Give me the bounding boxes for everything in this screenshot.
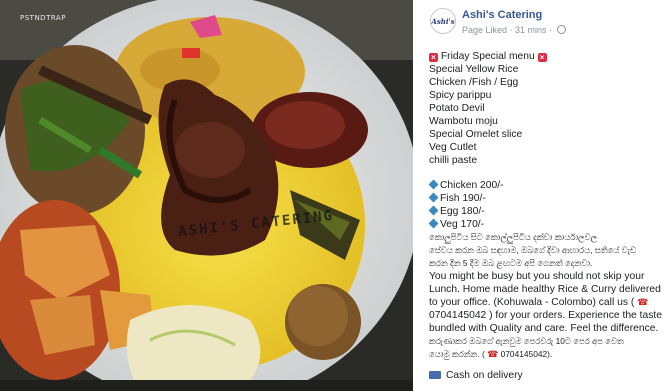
post-title: Friday Special menu <box>440 51 535 62</box>
delivery-truck-icon <box>429 371 441 379</box>
price-label: Chicken 200/- <box>440 180 504 191</box>
sinhala-text: සේවය කරන ඔබ සඳහාම, ඔබගේ දිවා ආහාරය, සතිය… <box>429 245 637 255</box>
cash-on-delivery-text: Cash on delivery <box>446 370 523 381</box>
english-text: Lunch. Home made healthy Rice & Curry de… <box>429 284 661 295</box>
post-meta-text: Page Liked · 31 mins · <box>462 25 553 35</box>
page-name-link[interactable]: Ashi's Catering <box>462 9 542 21</box>
menu-item: Special Yellow Rice <box>429 64 519 75</box>
menu-item: Special Omelet slice <box>429 129 523 140</box>
blue-diamond-icon <box>428 205 439 216</box>
menu-item: Wambotu moju <box>429 116 498 127</box>
blue-diamond-icon <box>428 192 439 203</box>
sinhala-text: කොලුපිටිය සිට කොල්ලුපිටිය දක්වා කාර්යාලව… <box>429 232 597 242</box>
food-photo[interactable]: PSTNDTRAP ASHI'S CATERING <box>0 0 413 391</box>
price-label: Veg 170/- <box>440 219 485 230</box>
cross-mark-icon: × <box>537 53 547 62</box>
english-text: You might be busy but you should not ski… <box>429 271 645 282</box>
price-label: Egg 180/- <box>440 206 485 217</box>
menu-item: Potato Devil <box>429 103 485 114</box>
english-text-part: to your office. (Kohuwala - Colombo) cal… <box>429 297 635 308</box>
price-label: Fish 190/- <box>440 193 486 204</box>
price-item: Fish 190/- <box>428 192 661 205</box>
blue-diamond-icon <box>428 179 439 190</box>
sinhala-text: කරුණාකර ඔබගේ ඇනවුම පෙරවරු 10ට පෙර අප වෙත <box>429 336 624 346</box>
menu-item: chilli paste <box>429 155 478 166</box>
post-title-line: × Friday Special menu × <box>429 50 661 63</box>
menu-item: Veg Cutlet <box>429 142 477 153</box>
post-panel: Ashi's Ashi's Catering Page Liked · 31 m… <box>413 0 666 391</box>
english-text: 0704145042 ) for your orders. Experience… <box>429 310 662 321</box>
sinhala-text-part: යොමු කරන්න. ( <box>429 349 485 359</box>
blue-diamond-icon <box>428 218 439 229</box>
menu-item: Spicy parippu <box>429 90 492 101</box>
price-item: Veg 170/- <box>428 218 661 231</box>
english-text: to your office. (Kohuwala - Colombo) cal… <box>429 296 661 309</box>
sinhala-text-part: 0704145042). <box>500 349 553 359</box>
telephone-icon: ☎ <box>487 349 499 359</box>
watermark-top-text: PSTNDTRAP <box>20 14 66 22</box>
post-header: Ashi's Ashi's Catering Page Liked · 31 m… <box>413 0 666 40</box>
page-avatar[interactable]: Ashi's <box>430 8 456 34</box>
english-text: bundled with Quality and care. Feel the … <box>429 323 659 334</box>
avatar-logo-text: Ashi's <box>431 17 455 26</box>
cross-mark-icon: × <box>429 53 438 62</box>
cash-on-delivery-line: Cash on delivery <box>429 370 523 381</box>
post-meta: Page Liked · 31 mins · <box>462 25 566 35</box>
price-item: Chicken 200/- <box>428 179 661 192</box>
post-body: × Friday Special menu × Special Yellow R… <box>428 50 662 361</box>
menu-item: Chicken /Fish / Egg <box>429 77 519 88</box>
globe-icon <box>556 25 566 34</box>
telephone-icon: ☎ <box>637 297 649 307</box>
price-item: Egg 180/- <box>428 205 661 218</box>
sinhala-text: කරන දින 5 දීම ඔබ ළඟටම අපි ගෙනත් දෙනවා. <box>429 258 593 268</box>
food-plate-image <box>0 0 413 391</box>
sinhala-text: යොමු කරන්න. ( ☎ 0704145042). <box>429 348 661 361</box>
